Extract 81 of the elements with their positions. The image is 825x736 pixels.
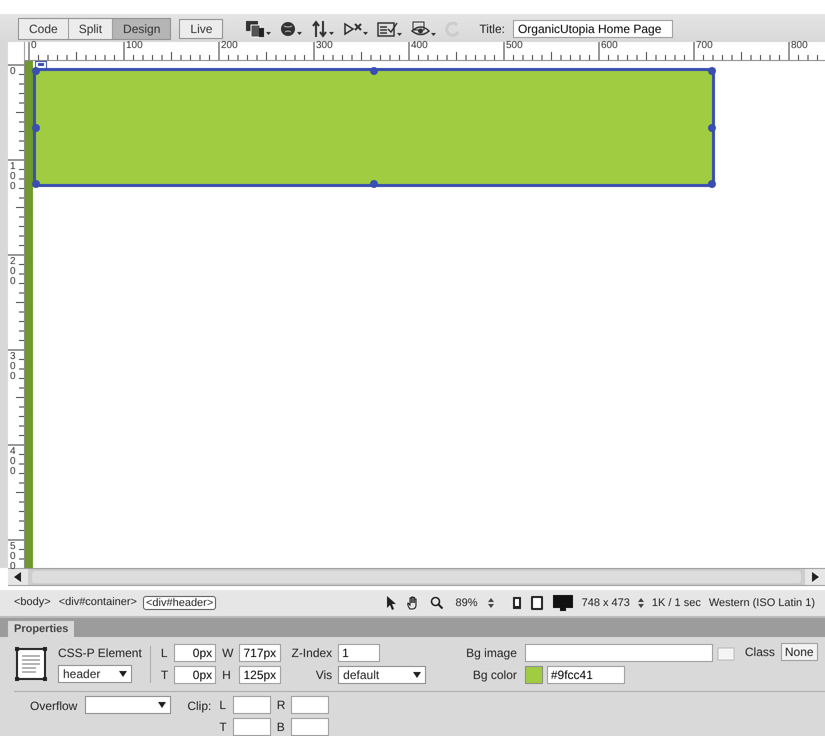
view-tab[interactable]: Split <box>68 19 114 39</box>
scroll-left-button[interactable] <box>8 569 28 585</box>
tag-selector[interactable]: <div#container> <box>56 596 139 610</box>
clip-side-label: T <box>219 720 227 734</box>
ruler-label: 200 <box>10 257 16 287</box>
multiscreen-icon[interactable] <box>245 20 272 38</box>
caret-icon <box>158 702 166 708</box>
monitor-icon[interactable] <box>552 594 574 612</box>
ruler-label: 200 <box>221 40 238 51</box>
ruler-label: 400 <box>411 40 428 51</box>
horizontal-scrollbar[interactable] <box>8 568 825 586</box>
clip-field[interactable] <box>232 696 271 714</box>
encoding-label: Western (ISO Latin 1) <box>708 597 815 609</box>
ruler-label: 700 <box>696 40 713 51</box>
ruler-label: 600 <box>601 40 618 51</box>
spinner-icon[interactable] <box>638 598 644 608</box>
bg-color-field[interactable]: #9fcc41 <box>546 666 625 684</box>
tag-selector[interactable]: <body> <box>12 596 53 610</box>
top-field[interactable]: 0px <box>174 666 216 684</box>
tablet-icon[interactable] <box>530 595 544 611</box>
zoom-icon[interactable] <box>430 596 444 610</box>
ruler-label: 300 <box>10 352 16 382</box>
top-label: T <box>160 668 168 682</box>
view-tab[interactable]: Design <box>113 19 170 39</box>
properties-tab[interactable]: Properties <box>8 621 74 637</box>
tag-selector[interactable]: <div#header> <box>142 596 216 610</box>
clip-side-label: R <box>276 698 286 712</box>
overflow-label: Overflow <box>30 699 78 713</box>
element-type-label: CSS-P Element <box>58 646 142 660</box>
window-size[interactable]: 748 x 473 <box>582 597 630 609</box>
z-index-field[interactable]: 1 <box>338 644 380 662</box>
ruler-label: 0 <box>10 67 16 77</box>
caret-icon <box>119 670 127 676</box>
ruler-label: 500 <box>506 40 523 51</box>
class-select[interactable]: None <box>780 643 818 661</box>
header-div[interactable] <box>33 68 715 187</box>
vis-select[interactable]: default <box>338 666 426 684</box>
clip-side-label: L <box>219 698 227 712</box>
overflow-select[interactable] <box>85 696 172 714</box>
phone-icon[interactable] <box>512 596 522 610</box>
height-field[interactable]: 125px <box>239 666 282 684</box>
bg-color-label: Bg color <box>472 668 517 682</box>
scroll-right-button[interactable] <box>805 569 825 585</box>
caret-icon <box>413 672 422 678</box>
right-arrow-icon <box>811 572 819 582</box>
left-field[interactable]: 0px <box>174 644 216 662</box>
bg-image-field[interactable] <box>524 644 713 662</box>
z-index-label: Z-Index <box>291 646 332 660</box>
class-label: Class <box>744 645 775 659</box>
ruler-label: 0 <box>31 40 37 51</box>
eye-icon[interactable] <box>411 20 438 38</box>
bg-image-label: Bg image <box>466 646 517 660</box>
transfer-arrows-icon[interactable] <box>311 20 336 38</box>
live-button[interactable]: Live <box>179 19 224 39</box>
ruler-label: 100 <box>126 40 143 51</box>
element-id-select[interactable]: header <box>58 664 132 682</box>
check-page-icon[interactable] <box>377 20 404 38</box>
element-icon <box>14 646 48 682</box>
clip-side-label: B <box>276 720 286 734</box>
width-field[interactable]: 717px <box>239 644 282 662</box>
height-label: H <box>222 668 232 682</box>
left-label: L <box>160 646 168 660</box>
zoom-field[interactable]: 89% <box>452 597 498 609</box>
clip-field[interactable] <box>291 696 330 714</box>
left-arrow-icon <box>14 572 22 582</box>
title-field[interactable]: OrganicUtopia Home Page <box>512 20 673 38</box>
spinner-icon <box>488 598 494 608</box>
ruler-label: 500 <box>10 542 16 572</box>
width-label: W <box>222 646 234 660</box>
ruler-label: 800 <box>791 40 808 51</box>
clip-field[interactable] <box>291 718 330 736</box>
clip-label: Clip: <box>187 699 212 713</box>
vis-label: Vis <box>314 668 332 682</box>
ruler-label: 400 <box>10 447 16 477</box>
title-label: Title: <box>479 22 505 36</box>
ruler-label: 100 <box>10 162 16 192</box>
clip-field[interactable] <box>232 718 271 736</box>
view-tab[interactable]: Code <box>19 19 69 39</box>
download-time: 1K / 1 sec <box>652 597 701 609</box>
color-swatch[interactable] <box>524 666 543 684</box>
ruler-label: 300 <box>316 40 333 51</box>
